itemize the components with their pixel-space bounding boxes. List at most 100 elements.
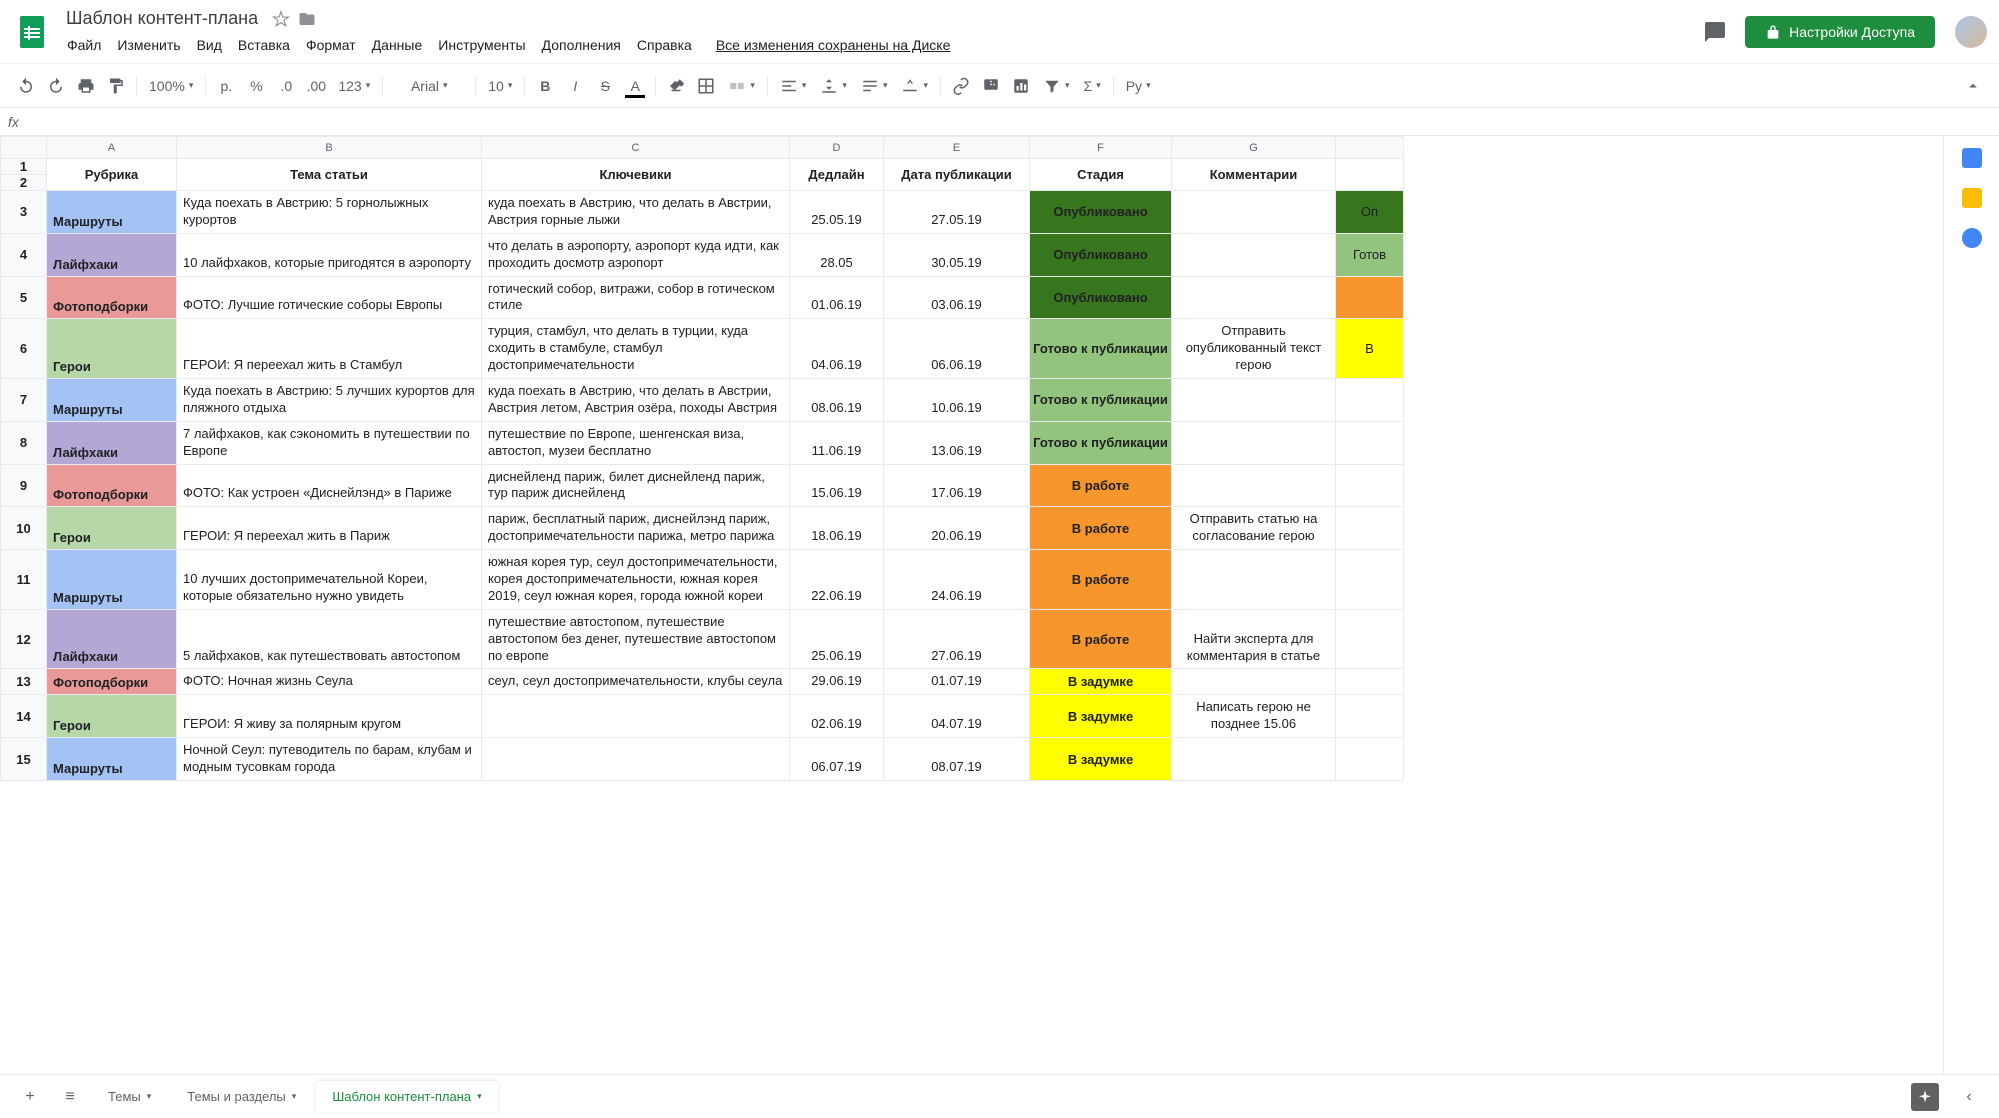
cell-rubric[interactable]: Лайфхаки: [47, 609, 177, 669]
cell-keywords[interactable]: [482, 695, 790, 738]
cell-side[interactable]: Готов: [1336, 233, 1404, 276]
cell-side[interactable]: [1336, 669, 1404, 695]
percent-button[interactable]: %: [242, 72, 270, 100]
col-header-H[interactable]: [1336, 137, 1404, 159]
row-header-6[interactable]: 6: [1, 319, 47, 379]
collapse-toolbar-button[interactable]: [1959, 72, 1987, 100]
cell-side[interactable]: [1336, 550, 1404, 610]
number-format-dropdown[interactable]: 123: [332, 72, 376, 100]
row-header-7[interactable]: 7: [1, 379, 47, 422]
col-header-F[interactable]: F: [1030, 137, 1172, 159]
print-button[interactable]: [72, 72, 100, 100]
cell-comment[interactable]: Написать герою не позднее 15.06: [1172, 695, 1336, 738]
col-header-D[interactable]: D: [790, 137, 884, 159]
cell-stage[interactable]: В работе: [1030, 507, 1172, 550]
cell-topic[interactable]: ГЕРОИ: Я переехал жить в Париж: [177, 507, 482, 550]
fill-color-button[interactable]: [662, 72, 690, 100]
cell-stage[interactable]: В задумке: [1030, 695, 1172, 738]
cell-pubdate[interactable]: 06.06.19: [884, 319, 1030, 379]
cell-side[interactable]: [1336, 609, 1404, 669]
header-topic[interactable]: Тема статьи: [177, 159, 482, 191]
col-header-G[interactable]: G: [1172, 137, 1336, 159]
cell-stage[interactable]: В работе: [1030, 464, 1172, 507]
bold-button[interactable]: B: [531, 72, 559, 100]
cell-deadline[interactable]: 29.06.19: [790, 669, 884, 695]
cell-keywords[interactable]: диснейленд париж, билет диснейленд париж…: [482, 464, 790, 507]
cell-keywords[interactable]: куда поехать в Австрию, что делать в Авс…: [482, 379, 790, 422]
cell-side[interactable]: [1336, 507, 1404, 550]
sheet-tab-1[interactable]: Темы и разделы: [171, 1081, 312, 1112]
text-color-button[interactable]: A: [621, 72, 649, 100]
cell-deadline[interactable]: 02.06.19: [790, 695, 884, 738]
menu-insert[interactable]: Вставка: [231, 33, 297, 57]
row-header-14[interactable]: 14: [1, 695, 47, 738]
font-family-dropdown[interactable]: Arial: [389, 72, 469, 100]
borders-button[interactable]: [692, 72, 720, 100]
doc-title[interactable]: Шаблон контент-плана: [60, 6, 264, 31]
sheets-logo[interactable]: [12, 12, 52, 52]
cell-deadline[interactable]: 11.06.19: [790, 421, 884, 464]
cell-stage[interactable]: Готово к публикации: [1030, 319, 1172, 379]
row-header-12[interactable]: 12: [1, 609, 47, 669]
merge-cells-button[interactable]: [722, 72, 761, 100]
cell-comment[interactable]: [1172, 191, 1336, 234]
explore-button[interactable]: [1911, 1083, 1939, 1111]
cell-comment[interactable]: [1172, 669, 1336, 695]
cell-pubdate[interactable]: 03.06.19: [884, 276, 1030, 319]
row-header-13[interactable]: 13: [1, 669, 47, 695]
increase-decimal-button[interactable]: .00: [302, 72, 330, 100]
cell-keywords[interactable]: [482, 738, 790, 781]
cell-pubdate[interactable]: 17.06.19: [884, 464, 1030, 507]
font-size-dropdown[interactable]: 10: [482, 72, 518, 100]
row-header-5[interactable]: 5: [1, 276, 47, 319]
paint-format-button[interactable]: [102, 72, 130, 100]
cell-rubric[interactable]: Герои: [47, 507, 177, 550]
user-avatar[interactable]: [1955, 16, 1987, 48]
col-header-C[interactable]: C: [482, 137, 790, 159]
cell-topic[interactable]: ФОТО: Ночная жизнь Сеула: [177, 669, 482, 695]
header-pubdate[interactable]: Дата публикации: [884, 159, 1030, 191]
cell-rubric[interactable]: Маршруты: [47, 738, 177, 781]
cell-stage[interactable]: Готово к публикации: [1030, 421, 1172, 464]
menu-addons[interactable]: Дополнения: [535, 33, 628, 57]
cell-rubric[interactable]: Фотоподборки: [47, 464, 177, 507]
formula-input[interactable]: [50, 114, 1991, 129]
keep-app-icon[interactable]: [1962, 188, 1982, 208]
cell-pubdate[interactable]: 20.06.19: [884, 507, 1030, 550]
cell-comment[interactable]: Отправить опубликованный текст герою: [1172, 319, 1336, 379]
cell-comment[interactable]: [1172, 550, 1336, 610]
row-header-8[interactable]: 8: [1, 421, 47, 464]
header-deadline[interactable]: Дедлайн: [790, 159, 884, 191]
cell-topic[interactable]: 7 лайфхаков, как сэкономить в путешестви…: [177, 421, 482, 464]
cell-rubric[interactable]: Маршруты: [47, 191, 177, 234]
cell-keywords[interactable]: путешествие по Европе, шенгенская виза, …: [482, 421, 790, 464]
cell-side[interactable]: [1336, 464, 1404, 507]
insert-chart-button[interactable]: [1007, 72, 1035, 100]
cell-topic[interactable]: Ночной Сеул: путеводитель по барам, клуб…: [177, 738, 482, 781]
save-status[interactable]: Все изменения сохранены на Диске: [709, 33, 958, 57]
text-wrap-button[interactable]: [855, 72, 894, 100]
text-rotation-button[interactable]: [895, 72, 934, 100]
cell-comment[interactable]: [1172, 421, 1336, 464]
input-language-button[interactable]: Ру: [1120, 72, 1157, 100]
star-icon[interactable]: [272, 10, 290, 28]
cell-keywords[interactable]: южная корея тур, сеул достопримечательно…: [482, 550, 790, 610]
cell-rubric[interactable]: Маршруты: [47, 379, 177, 422]
cell-comment[interactable]: [1172, 738, 1336, 781]
h-align-button[interactable]: [774, 72, 813, 100]
row-header-9[interactable]: 9: [1, 464, 47, 507]
cell-pubdate[interactable]: 01.07.19: [884, 669, 1030, 695]
cell-deadline[interactable]: 18.06.19: [790, 507, 884, 550]
header-rubric[interactable]: Рубрика: [47, 159, 177, 191]
row-header-1[interactable]: 1: [1, 159, 47, 175]
cell-stage[interactable]: В задумке: [1030, 738, 1172, 781]
cell-pubdate[interactable]: 27.06.19: [884, 609, 1030, 669]
cell-side[interactable]: В: [1336, 319, 1404, 379]
cell-topic[interactable]: 10 лучших достопримечательной Кореи, кот…: [177, 550, 482, 610]
sheet-tab-2[interactable]: Шаблон контент-плана: [316, 1081, 497, 1112]
cell-topic[interactable]: 5 лайфхаков, как путешествовать автостоп…: [177, 609, 482, 669]
cell-side[interactable]: [1336, 738, 1404, 781]
strikethrough-button[interactable]: S: [591, 72, 619, 100]
cell-deadline[interactable]: 06.07.19: [790, 738, 884, 781]
cell-rubric[interactable]: Маршруты: [47, 550, 177, 610]
